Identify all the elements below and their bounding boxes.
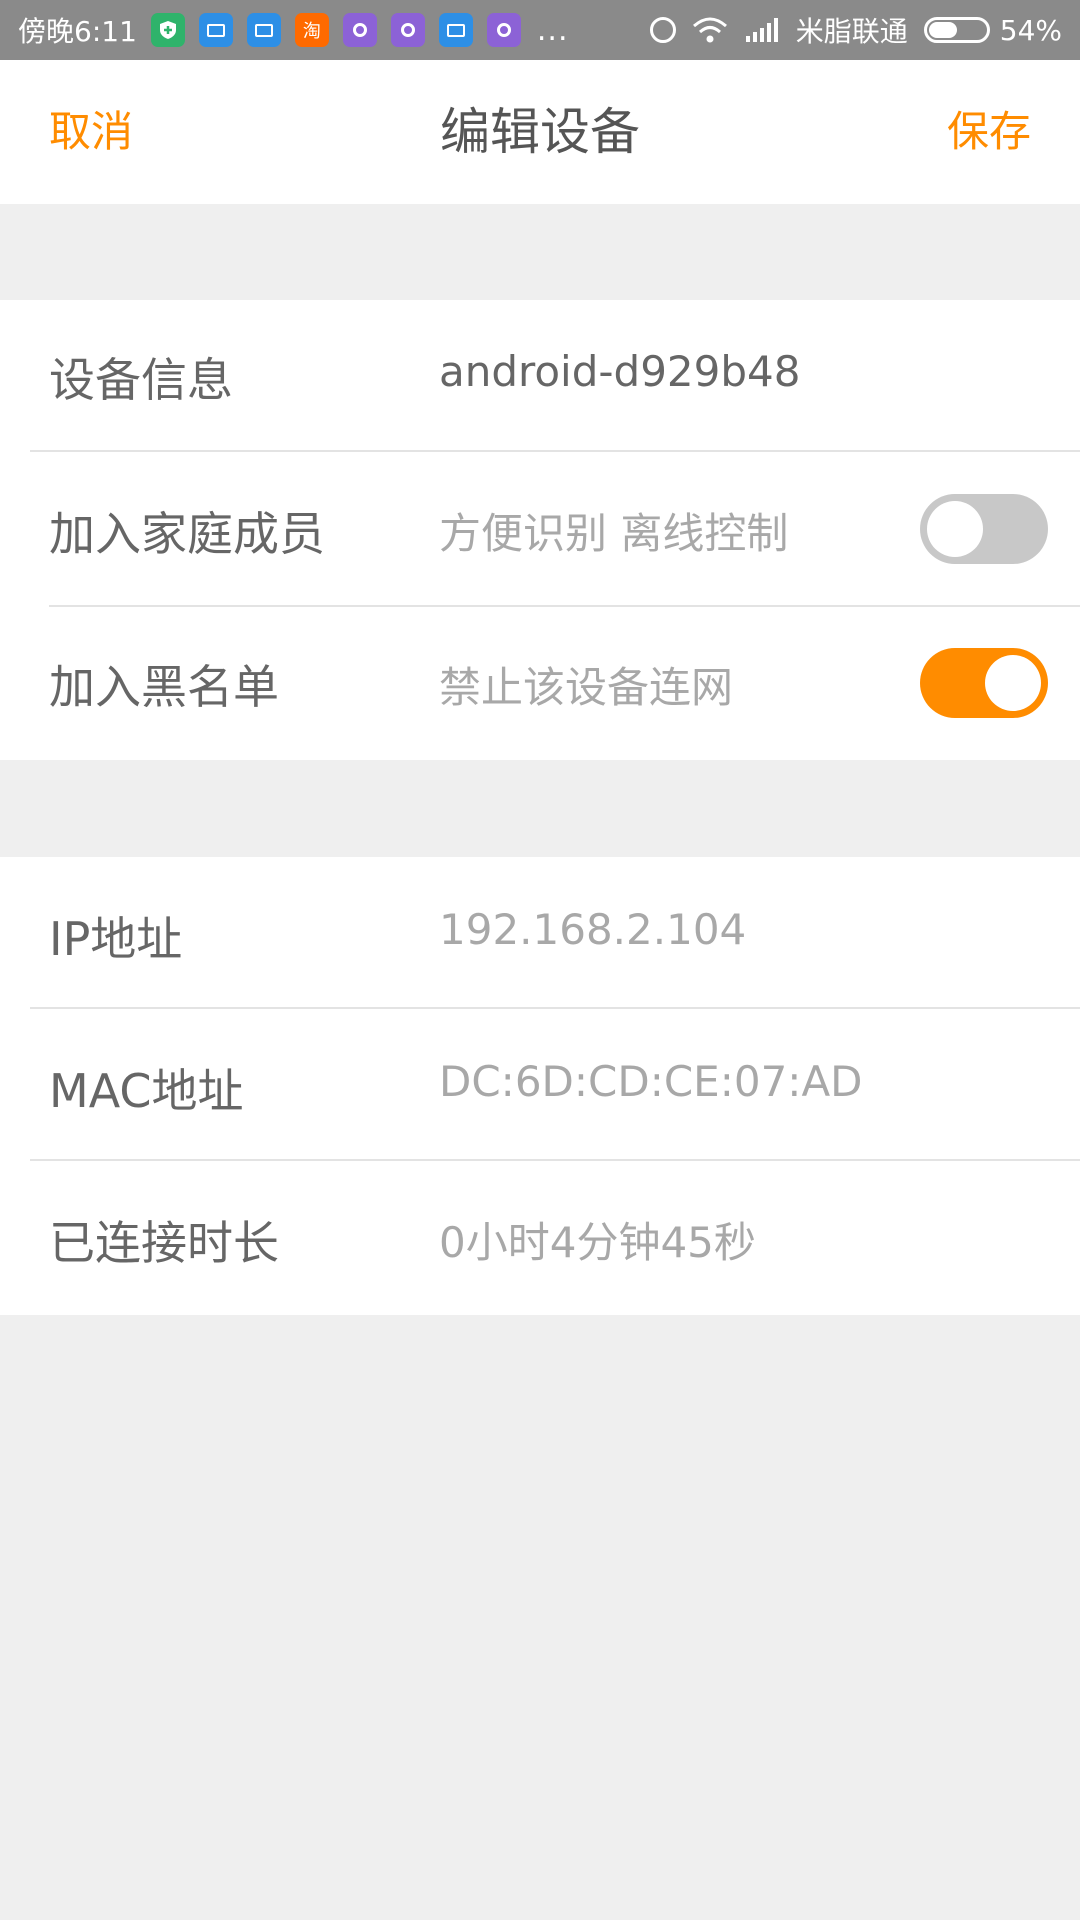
device-settings-group: 设备信息 android-d929b48 加入家庭成员 方便识别 离线控制 加入… <box>0 300 1080 760</box>
duration-row: 已连接时长 0小时4分钟45秒 <box>0 1161 1080 1315</box>
ip-row: IP地址 192.168.2.104 <box>0 857 1080 1008</box>
purple-app-icon-3 <box>486 13 521 47</box>
news-app-icon <box>198 13 233 47</box>
device-info-row[interactable]: 设备信息 android-d929b48 <box>0 300 1080 451</box>
mac-label: MAC地址 <box>49 1064 244 1118</box>
family-member-label: 加入家庭成员 <box>49 507 325 561</box>
carrier-name: 米脂联通 <box>795 15 908 48</box>
wifi-icon <box>692 17 727 43</box>
device-info-label: 设备信息 <box>49 353 233 407</box>
network-info-group: IP地址 192.168.2.104 MAC地址 DC:6D:CD:CE:07:… <box>0 857 1080 1315</box>
status-bar: 傍晚6:11 淘 ... 米脂联通 54% <box>0 0 1080 60</box>
status-time: 傍晚6:11 <box>18 15 137 48</box>
taobao-app-icon: 淘 <box>294 13 329 47</box>
save-button[interactable]: 保存 <box>947 60 1031 204</box>
duration-label: 已连接时长 <box>49 1216 279 1270</box>
ip-label: IP地址 <box>49 912 183 966</box>
duration-value: 0小时4分钟45秒 <box>439 1218 756 1267</box>
alarm-icon <box>649 17 676 43</box>
blacklist-toggle[interactable] <box>920 648 1048 718</box>
battery-level <box>928 22 958 38</box>
battery-icon <box>923 17 990 43</box>
battery-percent: 54% <box>999 13 1062 47</box>
blacklist-row: 加入黑名单 禁止该设备连网 <box>0 607 1080 760</box>
page-title: 编辑设备 <box>440 103 640 161</box>
blacklist-label: 加入黑名单 <box>49 660 279 714</box>
device-name-value: android-d929b48 <box>439 347 801 396</box>
ip-value: 192.168.2.104 <box>439 905 747 954</box>
family-member-hint: 方便识别 离线控制 <box>439 509 789 558</box>
shield-app-icon <box>150 13 185 47</box>
notification-icons: 淘 <box>150 13 535 47</box>
family-member-row: 加入家庭成员 方便识别 离线控制 <box>0 452 1080 606</box>
more-notifications-icon: ... <box>536 12 569 48</box>
news-app-icon-3 <box>438 13 473 47</box>
mac-value: DC:6D:CD:CE:07:AD <box>439 1057 863 1106</box>
status-right: 米脂联通 54% <box>634 10 1062 50</box>
toggle-knob <box>985 655 1041 711</box>
signal-icon <box>745 18 778 42</box>
cancel-button[interactable]: 取消 <box>49 60 133 204</box>
blacklist-hint: 禁止该设备连网 <box>439 663 734 712</box>
news-app-icon-2 <box>246 13 281 47</box>
purple-app-icon <box>342 13 377 47</box>
toggle-knob <box>927 501 983 557</box>
nav-bar: 编辑设备 取消 保存 <box>0 60 1080 204</box>
mac-row: MAC地址 DC:6D:CD:CE:07:AD <box>0 1009 1080 1161</box>
family-member-toggle[interactable] <box>920 494 1048 564</box>
purple-app-icon-2 <box>390 13 425 47</box>
